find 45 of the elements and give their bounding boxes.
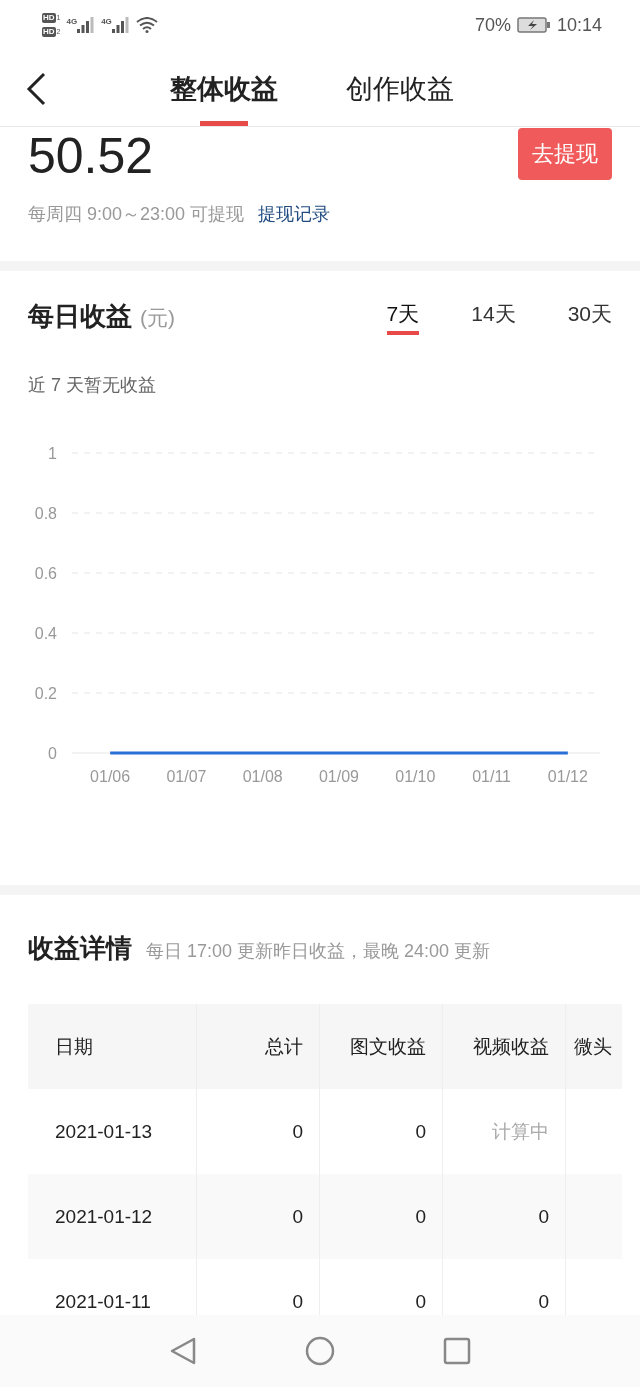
y-tick-label: 0.6 <box>34 565 57 582</box>
unit-label: (元) <box>140 304 175 331</box>
x-tick-label: 01/08 <box>242 768 283 785</box>
x-tick-label: 01/10 <box>395 768 436 785</box>
back-nav-icon[interactable] <box>169 1336 197 1366</box>
table-cell: 0 <box>319 1174 443 1259</box>
recents-nav-icon[interactable] <box>443 1337 471 1365</box>
balance-amount: 50.52 <box>28 127 154 185</box>
wifi-icon <box>135 17 158 33</box>
x-tick-label: 01/11 <box>472 768 511 785</box>
signal-icon <box>111 17 130 33</box>
back-icon[interactable] <box>26 72 46 106</box>
column-header: 微头 <box>565 1004 622 1089</box>
home-nav-icon[interactable] <box>305 1336 335 1366</box>
range-tab[interactable]: 30天 <box>567 297 612 335</box>
withdraw-record-link[interactable]: 提现记录 <box>258 202 331 226</box>
column-header: 总计 <box>196 1004 320 1089</box>
network-type: 4G <box>101 17 112 26</box>
y-tick-label: 0 <box>48 745 57 762</box>
x-tick-label: 01/07 <box>166 768 207 785</box>
y-tick-label: 0.8 <box>34 505 57 522</box>
y-tick-label: 0.2 <box>34 685 57 702</box>
network-type: 4G <box>66 17 78 26</box>
range-tab[interactable]: 14天 <box>471 297 516 335</box>
x-tick-label: 01/06 <box>90 768 131 785</box>
x-tick-label: 01/09 <box>319 768 359 785</box>
y-tick-label: 1 <box>48 445 57 462</box>
signal-icon <box>77 17 96 33</box>
column-header: 图文收益 <box>319 1004 443 1089</box>
withdraw-schedule: 每周四 9:00～23:00 可提现 <box>28 203 245 226</box>
y-tick-label: 0.4 <box>34 625 57 642</box>
clock-time: 10:14 <box>556 14 602 36</box>
column-header: 日期 <box>28 1004 197 1089</box>
battery-charging-icon <box>516 17 551 33</box>
section-title: 收益详情 <box>28 932 132 965</box>
battery-percent: 70% <box>474 14 511 36</box>
table-cell: 0 <box>442 1174 566 1259</box>
x-tick-label: 01/12 <box>547 768 588 785</box>
section-title: 每日收益 <box>28 299 132 333</box>
update-note: 每日 17:00 更新昨日收益，最晚 24:00 更新 <box>146 940 491 963</box>
column-header: 视频收益 <box>442 1004 566 1089</box>
table-cell: 2021-01-12 <box>28 1174 197 1259</box>
empty-message: 近 7 天暂无收益 <box>28 374 157 397</box>
header-tab[interactable]: 创作收益 <box>346 50 454 126</box>
table-cell: 0 <box>196 1174 320 1259</box>
